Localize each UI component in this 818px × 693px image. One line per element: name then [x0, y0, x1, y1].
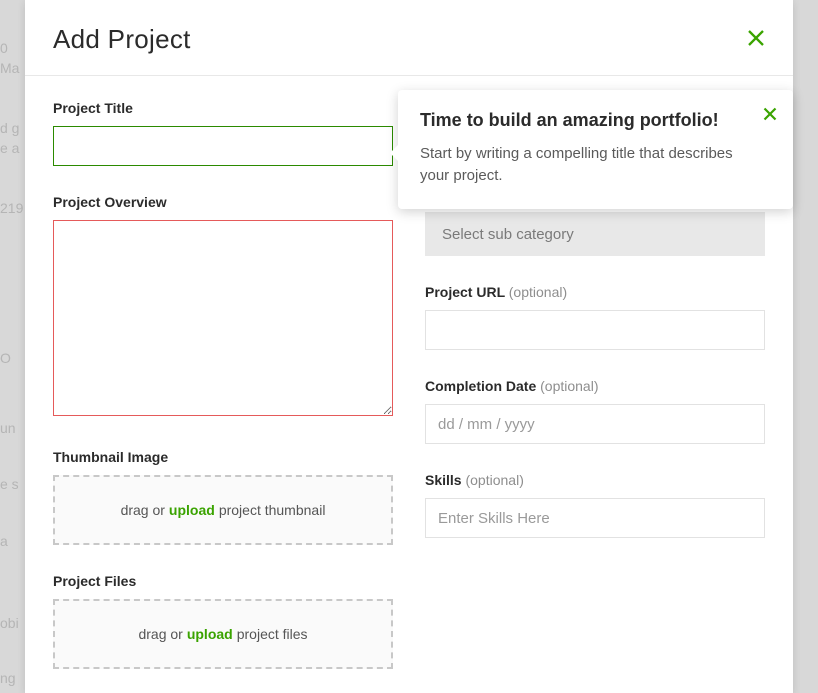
files-upload-link[interactable]: upload [187, 626, 233, 642]
files-drag-prefix: drag or [138, 626, 182, 642]
modal-header: Add Project [25, 0, 793, 76]
subcategory-select: Select sub category [425, 212, 765, 256]
tooltip-title: Time to build an amazing portfolio! [420, 110, 745, 131]
thumbnail-upload-link[interactable]: upload [169, 502, 215, 518]
tooltip-arrow [390, 144, 399, 162]
project-url-field: Project URL (optional) [425, 284, 765, 350]
skills-field: Skills (optional) [425, 472, 765, 538]
project-title-field: Project Title [53, 100, 393, 166]
skills-label: Skills (optional) [425, 472, 765, 488]
completion-date-field: Completion Date (optional) [425, 378, 765, 444]
thumbnail-drag-suffix: project thumbnail [219, 502, 326, 518]
thumbnail-dropzone[interactable]: drag or upload project thumbnail [53, 475, 393, 545]
modal-title: Add Project [53, 24, 191, 55]
project-title-label: Project Title [53, 100, 393, 116]
project-url-label: Project URL (optional) [425, 284, 765, 300]
completion-date-input[interactable] [425, 404, 765, 444]
left-column: Project Title Project Overview Thumbnail… [53, 100, 393, 669]
thumbnail-field: Thumbnail Image drag or upload project t… [53, 449, 393, 545]
project-files-label: Project Files [53, 573, 393, 589]
skills-input[interactable] [425, 498, 765, 538]
close-icon[interactable] [747, 29, 765, 51]
project-url-input[interactable] [425, 310, 765, 350]
project-overview-label: Project Overview [53, 194, 393, 210]
project-overview-textarea[interactable] [53, 220, 393, 416]
files-drag-suffix: project files [237, 626, 308, 642]
subcategory-placeholder: Select sub category [442, 226, 574, 243]
completion-date-label: Completion Date (optional) [425, 378, 765, 394]
tooltip-body: Start by writing a compelling title that… [420, 143, 745, 187]
project-files-field: Project Files drag or upload project fil… [53, 573, 393, 669]
project-files-dropzone[interactable]: drag or upload project files [53, 599, 393, 669]
subcategory-field: Select sub category [425, 212, 765, 256]
project-overview-field: Project Overview [53, 194, 393, 421]
thumbnail-drag-prefix: drag or [121, 502, 165, 518]
project-title-input[interactable] [53, 126, 393, 166]
tooltip-close-icon[interactable] [763, 106, 777, 124]
onboarding-tooltip: Time to build an amazing portfolio! Star… [398, 90, 793, 209]
thumbnail-label: Thumbnail Image [53, 449, 393, 465]
